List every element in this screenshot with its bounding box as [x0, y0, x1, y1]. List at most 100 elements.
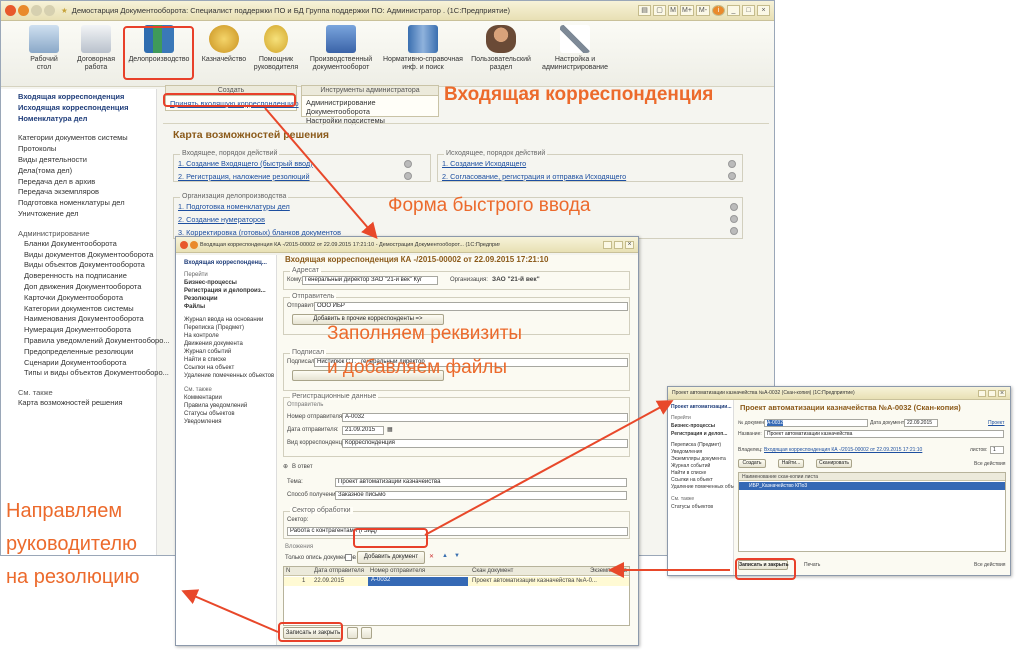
nav-outgoing[interactable]: Исходящая корреспонденция	[18, 103, 156, 114]
nav-item[interactable]: Уничтожение дел	[18, 209, 156, 220]
nav-item[interactable]: Категории документов системы	[18, 133, 156, 144]
back-icon[interactable]	[31, 5, 42, 16]
maximize-icon[interactable]: □	[742, 5, 755, 16]
forward-icon[interactable]	[44, 5, 55, 16]
outgoing-step-2-link[interactable]: 2. Согласование, регистрация и отправка …	[442, 172, 626, 181]
org-step-1-link[interactable]: 1. Подготовка номенклатуры дел	[178, 202, 290, 211]
scan-nav-item[interactable]: Регистрация и делоп...	[671, 430, 733, 438]
correspondence-kind-field[interactable]: Корреспонденция	[342, 439, 628, 448]
close-icon[interactable]: ×	[625, 240, 634, 249]
org-step-2-link[interactable]: 2. Создание нумераторов	[178, 215, 265, 224]
admin-item[interactable]: Карточки Документооборота	[18, 293, 156, 304]
nav-item[interactable]: Передача экземпляров	[18, 187, 156, 198]
nav-item[interactable]: Протоколы	[18, 144, 156, 155]
admin-item[interactable]: Виды объектов Документооборота	[18, 260, 156, 271]
all-actions-menu[interactable]: Все действия	[974, 461, 1005, 467]
minimize-icon[interactable]: _	[727, 5, 740, 16]
doc-number-field[interactable]: А-0032	[764, 419, 868, 427]
admin-item[interactable]: Правила уведомлений Документооборо...	[18, 336, 170, 347]
only-scan-checkbox[interactable]	[345, 554, 352, 561]
copy-icon[interactable]: ▢	[653, 5, 666, 16]
gear-icon[interactable]	[728, 172, 736, 180]
topic-field[interactable]: Проект автоматизации казначейства	[335, 478, 627, 487]
arrow-up-icon[interactable]: ▲	[442, 553, 448, 559]
memory-minus-button[interactable]: M-	[696, 5, 710, 16]
save-icon[interactable]	[347, 627, 358, 639]
nav-item[interactable]: Виды деятельности	[18, 155, 156, 166]
section-user[interactable]: Пользовательский раздел	[465, 25, 537, 72]
form-nav-item[interactable]: Найти в списке	[184, 356, 276, 364]
admin-item[interactable]: Категории документов системы	[18, 304, 156, 315]
section-reference-search[interactable]: Нормативно-справочная инф. и поиск	[381, 25, 465, 72]
all-actions-menu-bottom[interactable]: Все действия	[974, 562, 1005, 568]
form-nav-item[interactable]: Журнал ввода на основании	[184, 316, 276, 324]
form-nav-item[interactable]: Журнал событий	[184, 348, 276, 356]
maximize-icon[interactable]	[988, 389, 996, 397]
section-manager-helper[interactable]: Помощник руководителя	[241, 25, 311, 72]
sender-date-field[interactable]: 21.09.2015	[342, 426, 384, 435]
admin-item[interactable]: Нумерация Документооборота	[18, 325, 156, 336]
scan-nav-item[interactable]: Удаление помеченных объектов	[671, 484, 746, 491]
scan-nav-item[interactable]: Найти в списке	[671, 470, 733, 477]
doc-date-field[interactable]: 22.09.2015	[904, 419, 938, 427]
sector-field[interactable]: Работа с контрагентами (ГЗиД)	[287, 527, 628, 536]
find-button[interactable]: Найти...	[778, 459, 804, 468]
gear-icon[interactable]	[730, 203, 738, 211]
menu-icon[interactable]	[190, 240, 198, 249]
close-icon[interactable]: ×	[757, 5, 770, 16]
form-nav-item[interactable]: Уведомления	[184, 418, 276, 426]
admin-item[interactable]: Доп движения Документооборота	[18, 282, 156, 293]
section-contracts[interactable]: Договорная работа	[61, 25, 131, 72]
post-icon[interactable]	[361, 627, 372, 639]
add-document-button[interactable]: Добавить документ	[357, 551, 425, 564]
info-icon[interactable]: i	[712, 5, 725, 16]
gear-icon[interactable]	[404, 172, 412, 180]
maximize-icon[interactable]	[614, 240, 623, 249]
admin-item[interactable]: Наименования Документооборота	[18, 314, 156, 325]
memory-plus-button[interactable]: M+	[680, 5, 694, 16]
scan-nav-item[interactable]: Журнал событий	[671, 463, 733, 470]
form-nav-item[interactable]: Движения документа	[184, 340, 276, 348]
admin-item[interactable]: Предопределенные резолюции	[18, 347, 156, 358]
form-nav-item[interactable]: Комментарии	[184, 394, 276, 402]
incoming-step-2-link[interactable]: 2. Регистрация, наложение резолюций	[178, 172, 310, 181]
calendar-icon[interactable]: ▦	[387, 426, 393, 433]
scan-nav-item[interactable]: Ссылки на объект	[671, 477, 733, 484]
section-production-docs[interactable]: Производственный документооборот	[306, 25, 376, 72]
gear-icon[interactable]	[730, 227, 738, 235]
gear-icon[interactable]	[728, 160, 736, 168]
print-button[interactable]: Печать	[804, 562, 820, 568]
sheets-field[interactable]: 1	[990, 446, 1004, 454]
nav-item[interactable]: Подготовка номенклатуры дел	[18, 198, 156, 209]
gear-icon[interactable]	[404, 160, 412, 168]
owner-link[interactable]: Входящая корреспонденция КА -/2015-00002…	[764, 447, 922, 453]
gear-icon[interactable]	[730, 215, 738, 223]
admin-item[interactable]: Типы и виды объектов Документооборо...	[18, 368, 169, 379]
nav-item[interactable]: Дела(тома дел)	[18, 166, 156, 177]
reply-section[interactable]: ⊕ В ответ	[283, 463, 630, 473]
sender-field[interactable]: ООО ИБР	[314, 302, 628, 311]
print-icon[interactable]: ▤	[638, 5, 651, 16]
scan-nav-item[interactable]: Экземпляры документа	[671, 456, 733, 463]
nav-incoming[interactable]: Входящая корреспонденция	[18, 92, 156, 103]
scan-nav-item[interactable]: Переписка (Предмет)	[671, 442, 733, 449]
admin-item[interactable]: Бланки Документооборота	[18, 239, 156, 250]
section-admin[interactable]: Настройка и администрирование	[537, 25, 613, 72]
delete-icon[interactable]: ✕	[429, 553, 434, 560]
minimize-icon[interactable]	[603, 240, 612, 249]
nav-nomenclature[interactable]: Номенклатура дел	[18, 114, 156, 125]
form-nav-item[interactable]: Ссылки на объект	[184, 364, 276, 372]
see-also-item[interactable]: Карта возможностей решения	[18, 398, 156, 409]
form-nav-item[interactable]: Бизнес-процессы	[184, 279, 276, 287]
minimize-icon[interactable]	[978, 389, 986, 397]
admin-item[interactable]: Доверенность на подписание	[18, 271, 156, 282]
form-nav-item[interactable]: Файлы	[184, 303, 276, 311]
scan-button[interactable]: Сканировать	[816, 459, 852, 468]
admin-item[interactable]: Виды документов Документооборота	[18, 250, 156, 261]
name-field[interactable]: Проект автоматизации казначейства	[764, 430, 1004, 438]
arrow-down-icon[interactable]: ▼	[454, 553, 460, 559]
form-nav-item[interactable]: Регистрация и делопроиз...	[184, 287, 276, 295]
to-field[interactable]: Генеральный директор ЗАО "21-й век" Куг	[302, 276, 438, 285]
scan-nav-item[interactable]: Бизнес-процессы	[671, 422, 733, 430]
form-nav-item[interactable]: Удаление помеченных объектов	[184, 372, 276, 380]
